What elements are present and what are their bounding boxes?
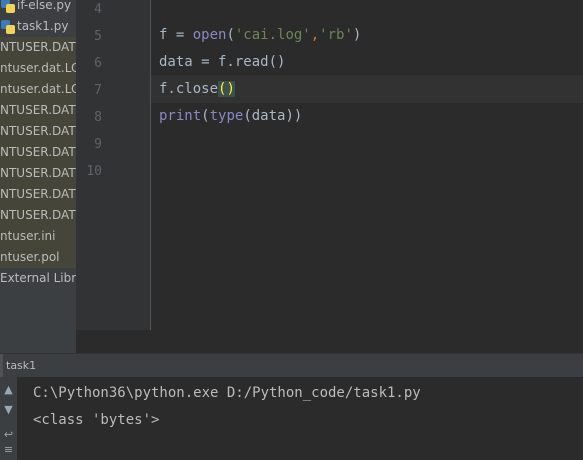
- line-number: 9: [94, 137, 102, 152]
- run-tab-marker: [0, 354, 3, 378]
- rerun-button[interactable]: ▲: [0, 379, 17, 399]
- code-paren: (: [201, 108, 210, 124]
- line-number: 4: [94, 2, 102, 17]
- list-icon: ≡: [3, 442, 14, 456]
- code-paren: ): [352, 27, 362, 43]
- code-line-8[interactable]: print(type(data)): [159, 103, 302, 130]
- python-file-icon: [1, 0, 15, 13]
- project-tree: if-else.py task1.py NTUSER.DAT ntuser.da…: [0, 0, 76, 353]
- string-literal: 'cai.log': [234, 27, 311, 43]
- tree-item-file[interactable]: NTUSER.DAT{: [0, 205, 76, 226]
- run-toolbar: ▲ ▼ ↩ ≡: [0, 377, 17, 460]
- console-line: C:\Python36\python.exe D:/Python_code/ta…: [33, 385, 421, 401]
- tree-item-file[interactable]: ntuser.dat.LO: [0, 58, 76, 79]
- builtin-open: open: [192, 27, 227, 43]
- scroll-to-end-button[interactable]: ≡: [0, 439, 17, 459]
- builtin-print: print: [159, 108, 202, 124]
- code-line-6[interactable]: data = f.read(): [159, 49, 285, 76]
- string-literal: 'rb': [319, 27, 353, 43]
- python-file-icon: [1, 19, 15, 34]
- scroll-down-button[interactable]: ▼: [0, 399, 17, 419]
- tree-item-file[interactable]: NTUSER.DAT{: [0, 142, 76, 163]
- editor-footer: [76, 330, 583, 353]
- tree-item-file[interactable]: NTUSER.DAT{: [0, 184, 76, 205]
- tree-item-task1-py[interactable]: task1.py: [0, 16, 68, 37]
- line-number: 10: [86, 164, 102, 179]
- tree-item-file[interactable]: ntuser.pol: [0, 247, 76, 268]
- code-comma: ,: [310, 27, 320, 43]
- builtin-type: type: [209, 108, 244, 124]
- code-var: f =: [159, 27, 193, 43]
- code-line-5[interactable]: f = open('cai.log','rb'): [159, 22, 361, 49]
- tree-item-file[interactable]: ntuser.dat.LO: [0, 79, 76, 100]
- ide-window: if-else.py task1.py NTUSER.DAT ntuser.da…: [0, 0, 583, 460]
- tree-item-file[interactable]: NTUSER.DAT: [0, 37, 76, 58]
- tree-item-external-libraries[interactable]: External Libra: [0, 268, 76, 289]
- tree-item-file[interactable]: NTUSER.DAT{: [0, 163, 76, 184]
- arrow-down-icon: ▼: [4, 402, 13, 416]
- tree-item-file[interactable]: ntuser.ini: [0, 226, 76, 247]
- matched-brackets: (): [218, 81, 235, 97]
- run-tab-title[interactable]: task1: [6, 354, 36, 378]
- line-number: 7: [94, 83, 102, 98]
- line-number: 8: [94, 110, 102, 125]
- tree-item-file[interactable]: NTUSER.DAT{: [0, 121, 76, 142]
- code-text: (data)): [243, 108, 303, 124]
- tree-item-file[interactable]: NTUSER.DAT{: [0, 100, 76, 121]
- tree-item-if-else-py[interactable]: if-else.py: [0, 0, 71, 16]
- console-line: <class 'bytes'>: [33, 412, 160, 428]
- code-text: f.close: [159, 81, 219, 97]
- code-paren: (: [226, 27, 235, 43]
- line-number: 6: [94, 56, 102, 71]
- arrow-up-icon: ▲: [4, 382, 13, 396]
- code-line-7[interactable]: f.close(): [159, 76, 235, 103]
- line-number: 5: [94, 29, 102, 44]
- run-panel-header[interactable]: task1: [0, 353, 583, 378]
